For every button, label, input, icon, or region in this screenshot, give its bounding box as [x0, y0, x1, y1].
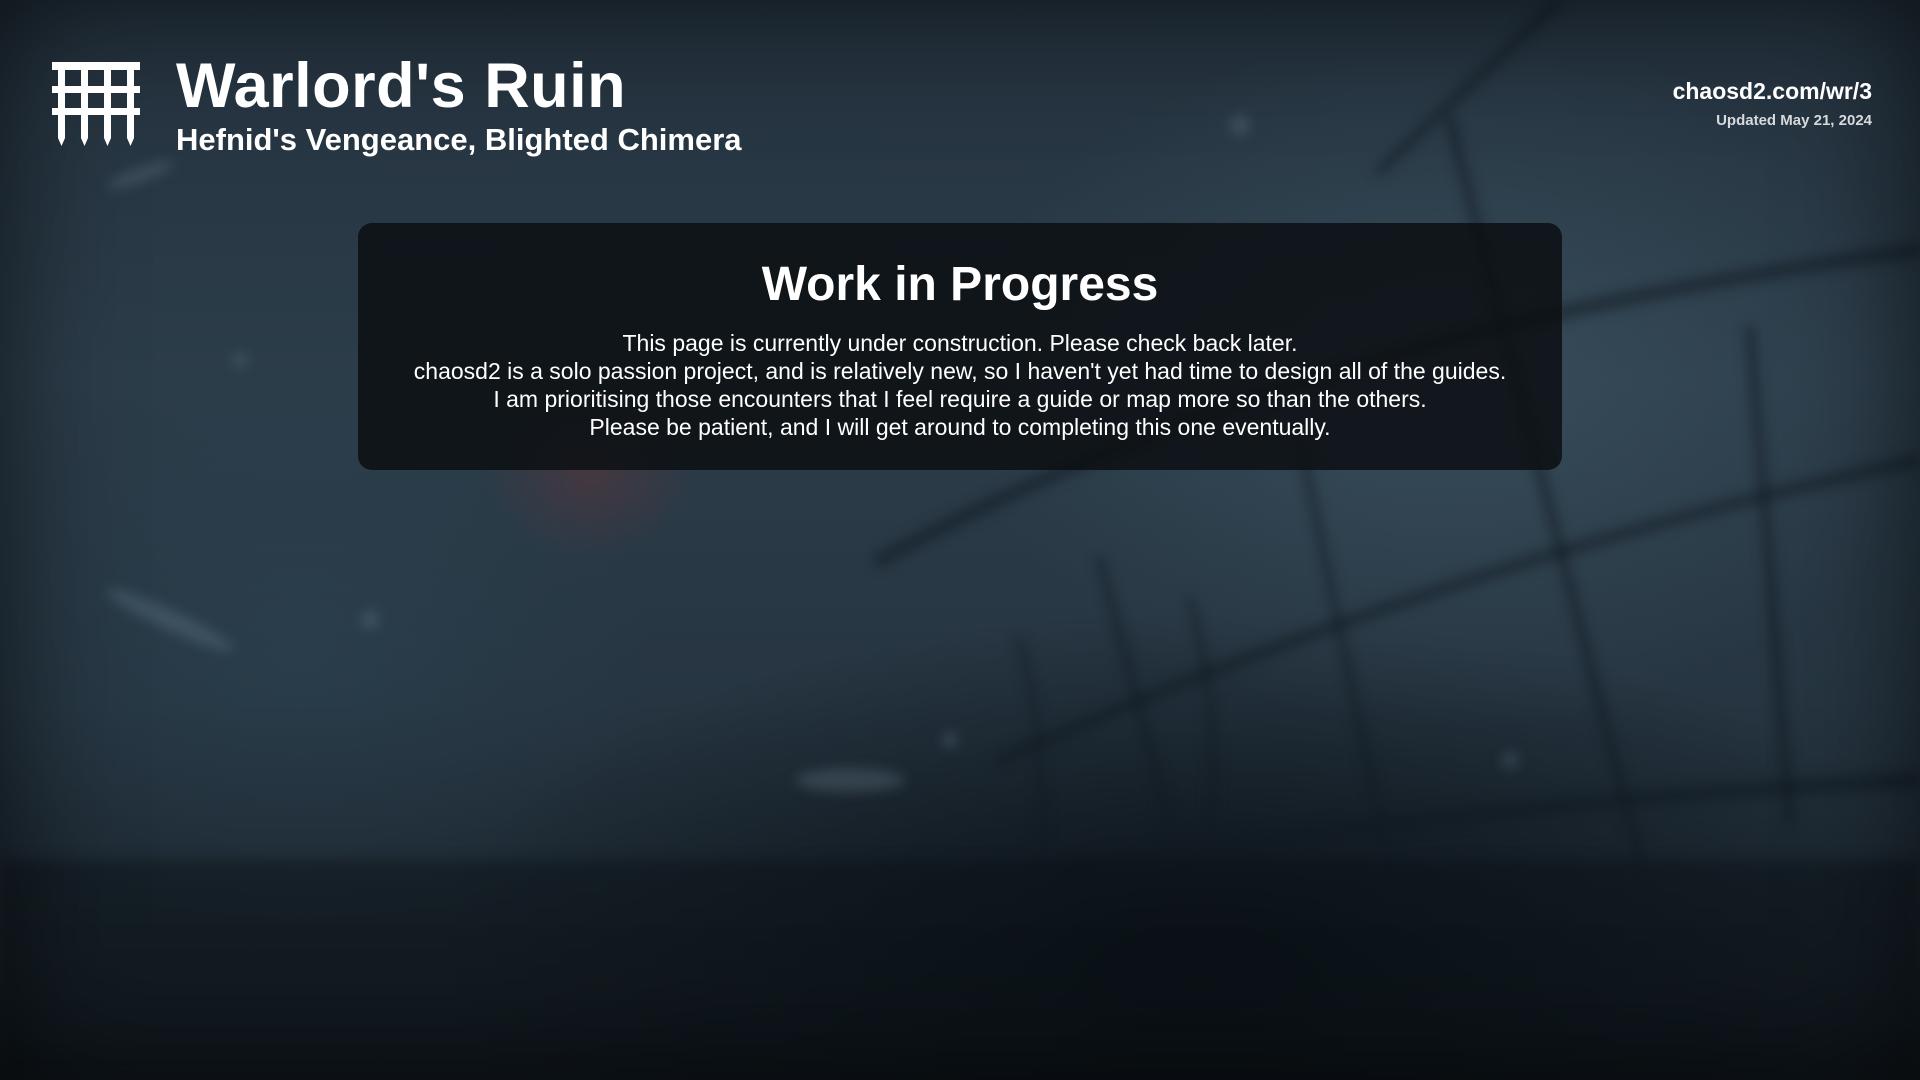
notice-title: Work in Progress [761, 258, 1159, 311]
site-url-link[interactable]: chaosd2.com/wr/3 [1673, 76, 1872, 106]
updated-date: Updated May 21, 2024 [1716, 112, 1872, 129]
page-subtitle: Hefnid's Vengeance, Blighted Chimera [176, 122, 742, 157]
work-in-progress-card: Work in Progress This page is currently … [358, 223, 1562, 470]
notice-line: This page is currently under constructio… [622, 330, 1298, 356]
background-scaffold-image [0, 0, 1920, 1080]
notice-line: chaosd2 is a solo passion project, and i… [413, 358, 1507, 384]
portcullis-icon [52, 62, 140, 146]
page-title: Warlord's Ruin [176, 51, 627, 121]
background-scene [0, 0, 1920, 1080]
notice-body: This page is currently under constructio… [358, 329, 1562, 441]
notice-line: Please be patient, and I will get around… [589, 414, 1331, 440]
notice-line: I am prioritising those encounters that … [493, 386, 1427, 412]
